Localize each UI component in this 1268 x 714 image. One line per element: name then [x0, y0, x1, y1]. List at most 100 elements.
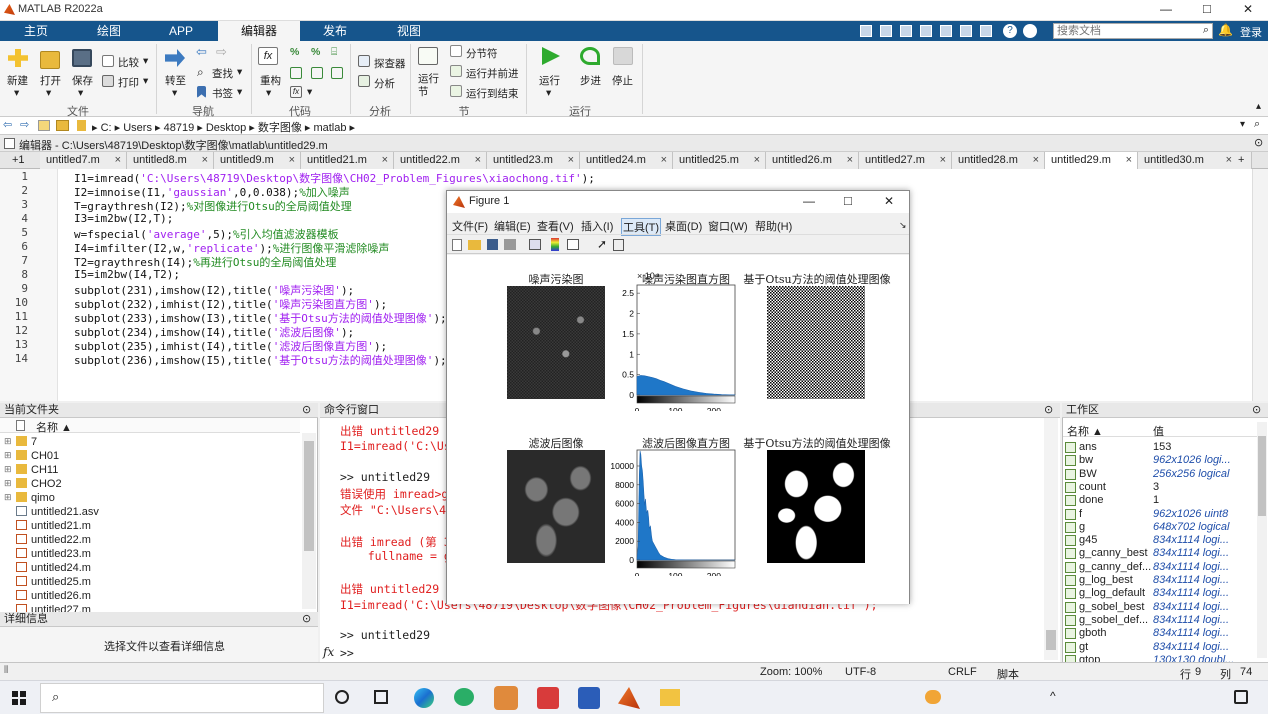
analyze-icon[interactable]: [358, 75, 370, 87]
folder-list-item[interactable]: untitled24.m: [16, 562, 91, 576]
tab-apps[interactable]: APP: [152, 21, 210, 41]
community-icon[interactable]: [1023, 24, 1037, 38]
dock-arrow-icon[interactable]: ↘: [899, 220, 907, 231]
refactor-dropdown-icon[interactable]: ▾: [266, 87, 271, 99]
close-tab-icon[interactable]: ×: [847, 152, 853, 168]
bookmark-dropdown-icon[interactable]: ▾: [237, 86, 242, 98]
matlab-taskbar-icon[interactable]: [618, 687, 640, 709]
stop-button[interactable]: 停止: [612, 73, 633, 88]
figure-title-bar[interactable]: Figure 1 — □ ✕: [447, 191, 909, 213]
section-break-button[interactable]: 分节符: [466, 46, 498, 61]
find-icon[interactable]: ⌕: [197, 65, 204, 80]
otsu-filtered-image[interactable]: [767, 450, 865, 563]
command-scrollbar[interactable]: [1044, 418, 1058, 660]
folder-list-item[interactable]: ⊞ qimo: [4, 492, 55, 506]
workspace-value-column[interactable]: 值: [1153, 423, 1164, 439]
search-icon[interactable]: ⌕: [1203, 24, 1209, 37]
goto-button[interactable]: 转至: [165, 73, 186, 88]
code-line[interactable]: subplot(236),imshow(I5),title('基于Otsu方法的…: [74, 352, 447, 368]
close-tab-icon[interactable]: ×: [568, 152, 574, 168]
profiler-icon[interactable]: [358, 55, 370, 67]
workspace-scrollbar[interactable]: [1257, 422, 1267, 658]
close-tab-icon[interactable]: ×: [1126, 152, 1132, 168]
goto-arrow-icon[interactable]: [165, 49, 185, 67]
increase-indent-icon[interactable]: [331, 67, 343, 79]
find-button[interactable]: 查找: [212, 66, 233, 81]
workspace-name-column[interactable]: 名称 ▲: [1067, 423, 1103, 439]
folder-scrollbar[interactable]: [302, 433, 316, 609]
smart-indent-icon[interactable]: [290, 67, 302, 79]
folder-list-item[interactable]: untitled21.asv: [16, 506, 99, 520]
back-icon[interactable]: ⇦: [3, 118, 12, 131]
new-dropdown-icon[interactable]: ▾: [14, 87, 19, 99]
close-tab-icon[interactable]: ×: [940, 152, 946, 168]
comment-percent-icon[interactable]: %: [290, 46, 299, 58]
analyze-button[interactable]: 分析: [374, 76, 395, 91]
step-icon[interactable]: [580, 47, 600, 65]
find-dropdown-icon[interactable]: ▾: [237, 66, 242, 78]
editor-tab[interactable]: untitled8.m ×: [127, 152, 214, 169]
stop-icon[interactable]: [613, 47, 633, 65]
histogram-noisy[interactable]: 0 100 200 0 0.5 1 1.5 2 2.5: [607, 281, 742, 411]
save-quick-icon[interactable]: [860, 25, 872, 37]
address-dropdown-icon[interactable]: ▾: [1240, 119, 1245, 130]
run-section-button[interactable]: 运行节: [418, 73, 440, 99]
switch-windows-icon[interactable]: [980, 25, 992, 37]
legend-icon[interactable]: [567, 239, 579, 250]
editor-tab[interactable]: untitled22.m ×: [394, 152, 487, 169]
workspace-variable-row[interactable]: f 962x1026 uint8: [1063, 508, 1257, 521]
taskview-icon[interactable]: [335, 690, 349, 704]
taskbar-search-box[interactable]: [40, 683, 324, 713]
collapse-ribbon-icon[interactable]: ▴: [1256, 101, 1261, 112]
editor-tab[interactable]: untitled25.m ×: [673, 152, 766, 169]
workspace-variable-row[interactable]: g_canny_def... 834x1114 logi...: [1063, 561, 1257, 574]
editor-tab[interactable]: untitled29.m ×: [1045, 152, 1138, 169]
property-inspector-icon[interactable]: [613, 239, 624, 251]
close-tab-icon[interactable]: ×: [475, 152, 481, 168]
start-windows-icon[interactable]: [12, 691, 26, 705]
decrease-indent-icon[interactable]: [311, 67, 323, 79]
breadcrumb-item[interactable]: 48719: [164, 122, 195, 134]
goto-dropdown-icon[interactable]: ▾: [172, 87, 177, 99]
figure-menu-item[interactable]: 查看(V): [537, 218, 574, 234]
step-button[interactable]: 步进: [580, 73, 601, 88]
panel-menu-icon[interactable]: ⊙: [1252, 403, 1261, 417]
figure-menu-item[interactable]: 帮助(H): [755, 218, 792, 234]
refactor-button[interactable]: 重构: [260, 73, 281, 88]
workspace-variable-row[interactable]: BW 256x256 logical: [1063, 468, 1257, 481]
forward-arrow-icon[interactable]: ⇨: [216, 44, 227, 60]
login-link[interactable]: 登录: [1240, 24, 1262, 40]
cut-quick-icon[interactable]: [880, 25, 892, 37]
run-advance-button[interactable]: 运行并前进: [466, 66, 519, 81]
compare-dropdown-icon[interactable]: ▾: [143, 55, 148, 67]
new-button[interactable]: 新建: [7, 73, 28, 88]
compare-button[interactable]: 比较: [118, 55, 139, 70]
search-input[interactable]: [1054, 24, 1194, 38]
run-dropdown-icon[interactable]: ▾: [546, 87, 551, 99]
workspace-variable-row[interactable]: g45 834x1114 logi...: [1063, 534, 1257, 547]
folder-list-item[interactable]: ⊞ CHO2: [4, 478, 62, 492]
editor-tab[interactable]: untitled27.m ×: [859, 152, 952, 169]
close-tab-icon[interactable]: ×: [115, 152, 121, 168]
editor-tab[interactable]: untitled9.m ×: [214, 152, 301, 169]
widgets-icon[interactable]: [374, 690, 388, 704]
folder-list-item[interactable]: ⊞ CH11: [4, 464, 58, 478]
editor-tab[interactable]: untitled21.m ×: [301, 152, 394, 169]
details-header[interactable]: 详细信息 ⊙: [0, 612, 318, 627]
histogram-filtered[interactable]: 0 100 2000200040006000800010000: [607, 446, 742, 576]
open-file-icon[interactable]: [468, 240, 481, 250]
expand-icon[interactable]: ⊞: [4, 464, 12, 475]
close-tab-icon[interactable]: ×: [202, 152, 208, 168]
workspace-variable-row[interactable]: gt 834x1114 logi...: [1063, 641, 1257, 654]
breadcrumb-item[interactable]: 数字图像: [258, 122, 302, 134]
close-tab-icon[interactable]: ×: [1033, 152, 1039, 168]
folder-list-item[interactable]: untitled22.m: [16, 534, 91, 548]
run-section-icon[interactable]: [418, 47, 438, 65]
panel-menu-icon[interactable]: ⊙: [1044, 403, 1053, 417]
compare-icon[interactable]: [102, 55, 114, 67]
refactor-fx-icon[interactable]: fx: [258, 47, 278, 65]
copy-quick-icon[interactable]: [900, 25, 912, 37]
uncomment-icon[interactable]: %: [311, 46, 320, 58]
new-tab-icon[interactable]: +: [1232, 152, 1252, 169]
new-figure-icon[interactable]: [452, 239, 462, 251]
